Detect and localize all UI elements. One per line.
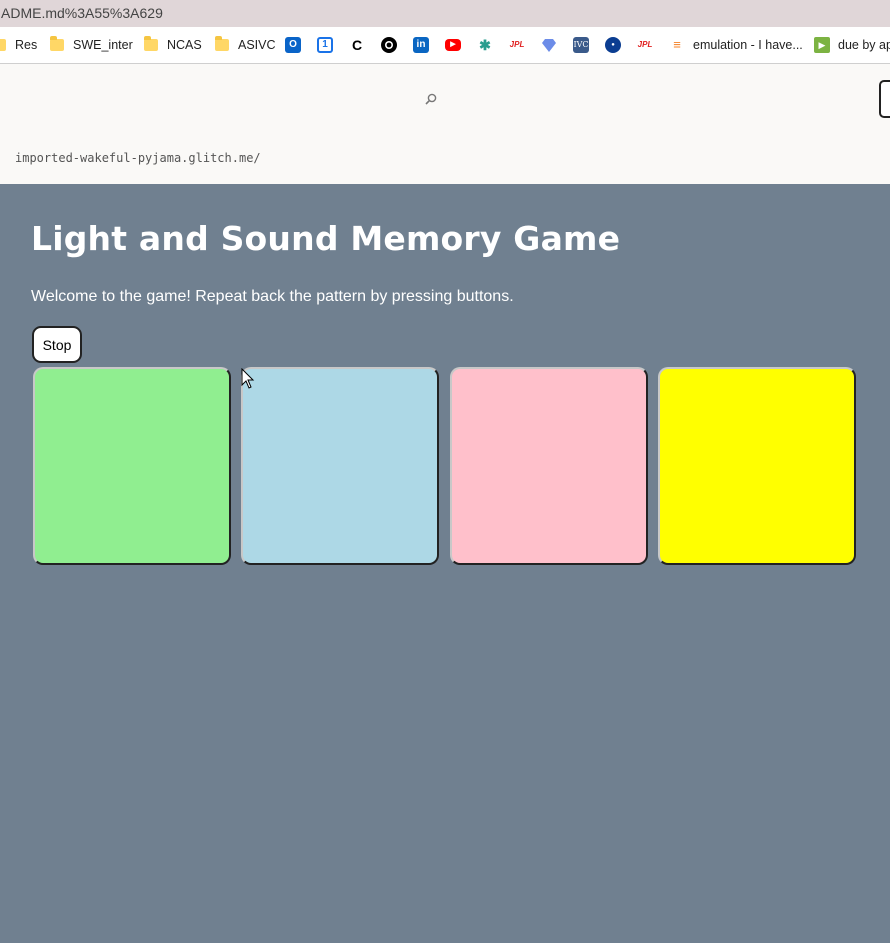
game-button-2[interactable] [241, 367, 439, 565]
pinwheel-icon[interactable]: ✱ [477, 37, 493, 53]
play-icon: ▶ [814, 37, 830, 53]
welcome-text: Welcome to the game! Repeat back the pat… [31, 288, 514, 305]
bookmark-label: Res [15, 38, 38, 52]
bookmark-due[interactable]: ▶ due by ap [814, 27, 890, 63]
address-bar[interactable]: ADME.md%3A55%3A629 [0, 0, 890, 27]
game-button-1[interactable] [33, 367, 231, 565]
outlook-icon[interactable]: O [285, 37, 301, 53]
search-icon[interactable] [424, 92, 438, 106]
header-action-button[interactable] [879, 80, 890, 118]
folder-icon [50, 36, 64, 51]
jpl-icon[interactable]: JPL [509, 37, 525, 53]
bookmark-label: emulation - I have... [693, 38, 803, 52]
ivc-icon[interactable]: IVC [573, 37, 589, 53]
bookmark-label: SWE_inter [73, 38, 133, 52]
bookmark-folder-res[interactable]: Res [0, 27, 37, 63]
nasa-icon[interactable]: ● [605, 37, 621, 53]
mouse-cursor-icon [241, 368, 255, 389]
page-title: Light and Sound Memory Game [31, 219, 621, 258]
game-button-3[interactable] [450, 367, 648, 565]
bookmark-label: NCAS [167, 38, 202, 52]
project-url[interactable]: imported-wakeful-pyjama.glitch.me/ [15, 151, 261, 165]
bookmark-label: ASIVC [238, 38, 276, 52]
bookmark-folder-asivc[interactable]: ASIVC [215, 27, 276, 63]
stop-button[interactable]: Stop [32, 326, 82, 363]
bookmark-stackoverflow[interactable]: ≡ emulation - I have... [669, 27, 803, 63]
folder-icon [0, 39, 6, 51]
diamond-icon[interactable] [541, 37, 557, 53]
youtube-icon[interactable]: ▶ [445, 39, 461, 51]
calendar-icon[interactable]: 1 [317, 37, 333, 53]
bookmark-folder-ncas[interactable]: NCAS [144, 27, 202, 63]
c-icon[interactable]: C [349, 37, 365, 53]
jpl-icon[interactable]: JPL [637, 37, 653, 53]
bookmark-folder-swe-inter[interactable]: SWE_inter [50, 27, 133, 63]
glitch-header [0, 64, 890, 184]
linkedin-icon[interactable]: in [413, 37, 429, 53]
folder-icon [215, 36, 229, 51]
bookmarks-bar: Res SWE_inter NCAS ASIVC O 1 C in ▶ ✱ JP… [0, 27, 890, 64]
github-icon[interactable] [381, 37, 397, 53]
game-button-4[interactable] [658, 367, 856, 565]
stackoverflow-icon: ≡ [669, 37, 685, 53]
address-bar-text: ADME.md%3A55%3A629 [1, 5, 163, 21]
folder-icon [144, 36, 158, 51]
bookmark-label: due by ap [838, 38, 890, 52]
